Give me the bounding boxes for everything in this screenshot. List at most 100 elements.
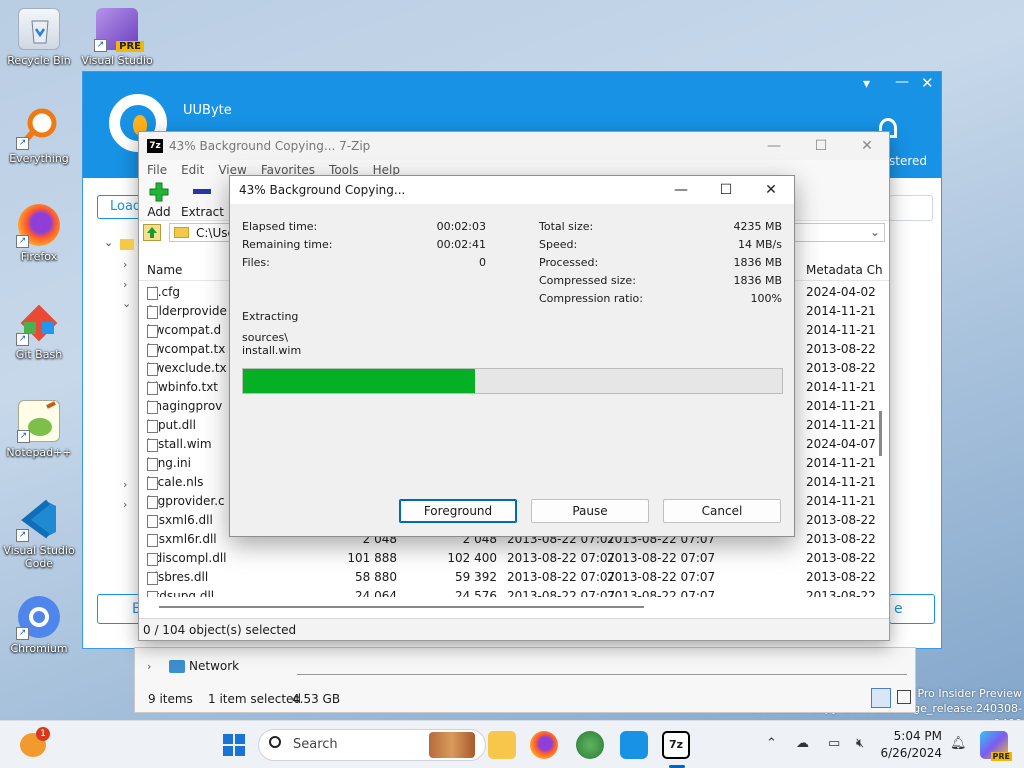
explorer-scrollbar[interactable] <box>297 674 907 680</box>
progress-bar-fill <box>243 369 475 393</box>
files-value: 0 <box>479 256 486 269</box>
clock-time[interactable]: 5:04 PM <box>884 729 942 743</box>
cancel-label: Cancel <box>701 504 743 518</box>
desktop-icon-chromium[interactable]: ↗ Chromium <box>0 596 78 655</box>
menu-file[interactable]: File <box>147 163 167 177</box>
cell-name: nlsbres.dll <box>147 570 208 585</box>
file-name: hwexclude.tx <box>147 361 227 375</box>
tree-expand-icon[interactable]: › <box>123 498 127 511</box>
cell-name: hwcompat.tx <box>147 342 225 357</box>
desktop-icon-everything[interactable]: ↗ Everything <box>0 106 78 165</box>
cell-name: hwcompat.d <box>147 323 222 338</box>
desktop-icon-recycle-bin[interactable]: Recycle Bin <box>0 8 78 67</box>
column-metadata[interactable]: Metadata Ch <box>806 263 883 277</box>
show-hidden-icons-chevron-icon[interactable]: ⌃ <box>766 736 777 751</box>
tree-expand-icon[interactable]: ⌄ <box>122 297 131 310</box>
desktop-icon-visual-studio[interactable]: PRE ↗ Visual Studio <box>78 8 156 67</box>
dialog-maximize-button[interactable]: ☐ <box>703 176 749 204</box>
speed-value: 14 MB/s <box>738 238 782 251</box>
foreground-button[interactable]: Foreground <box>399 499 517 523</box>
vertical-scrollbar[interactable] <box>878 283 888 593</box>
vscode-icon: ↗ <box>16 498 60 542</box>
notification-bell-icon[interactable]: 🔔︎ <box>950 736 967 751</box>
tiles-view-icon[interactable] <box>897 690 911 704</box>
tree-expand-icon[interactable]: › <box>123 278 127 291</box>
taskbar-search[interactable]: Search <box>258 729 486 761</box>
cell-packed: 24 576 <box>455 589 497 597</box>
search-icon <box>269 736 281 748</box>
taskbar: 1 Search 7z ⌃ ☁ ▭ 🔇︎ 5:04 PM 6/26/2024 🔔… <box>0 720 1024 768</box>
tree-expand-icon[interactable]: ⌄ <box>104 236 113 249</box>
dialog-close-button[interactable]: ✕ <box>748 176 794 204</box>
column-name[interactable]: Name <box>147 263 182 277</box>
file-explorer-taskbar-icon[interactable] <box>488 731 516 759</box>
sevenzip-taskbar-icon[interactable]: 7z <box>662 731 690 759</box>
h-scrollbar-thumb[interactable] <box>159 606 644 608</box>
nav-item-network[interactable]: Network <box>189 659 239 673</box>
menu-edit[interactable]: Edit <box>181 163 204 177</box>
table-row[interactable]: ndiscompl.dll 101 888 102 400 2013-08-22 07… <box>139 549 879 568</box>
desktop-icon-label: Chromium <box>10 642 68 655</box>
uubyte-bottom-left-button[interactable]: B <box>97 594 143 624</box>
address-dropdown-chevron-icon[interactable]: ⌄ <box>870 225 880 239</box>
maximize-button[interactable]: ☐ <box>798 132 844 160</box>
dialog-minimize-button[interactable]: — <box>658 176 704 204</box>
desktop-icon-vscode[interactable]: ↗ Visual Studio Code <box>0 498 78 570</box>
copilot-icon[interactable]: PRE <box>980 731 1012 761</box>
selection-count: 0 / 104 object(s) selected <box>143 623 297 637</box>
horizontal-scrollbar[interactable] <box>145 606 877 610</box>
tree-expand-icon[interactable]: › <box>123 478 127 491</box>
uubyte-right-field <box>889 195 933 221</box>
cancel-button[interactable]: Cancel <box>663 499 781 523</box>
speed-label: Speed: <box>539 238 578 251</box>
minimize-button[interactable]: — <box>751 132 797 160</box>
firefox-taskbar-icon[interactable] <box>530 731 558 759</box>
uubyte-minimize-button[interactable]: — <box>895 74 909 90</box>
file-name: folderprovide <box>147 304 227 318</box>
table-row[interactable]: nlsbres.dll 58 880 59 392 2013-08-22 07:07 2… <box>139 568 879 587</box>
add-label: Add <box>147 205 171 219</box>
file-name: hwcompat.d <box>147 323 222 337</box>
close-button[interactable]: ✕ <box>844 132 890 160</box>
cell-meta: 2013-08-22 0 <box>806 532 879 546</box>
start-button[interactable] <box>220 731 248 759</box>
scrollbar-thumb[interactable] <box>879 411 882 456</box>
table-row[interactable]: ntdsupg.dll 24 064 24 576 2013-08-22 07:07 2… <box>139 587 879 597</box>
weather-widget-icon[interactable]: 1 <box>20 727 50 757</box>
network-disconnected-icon[interactable]: ☁ <box>796 736 809 751</box>
firefox-icon: ↗ <box>16 204 60 248</box>
desktop-icon-notepad-plus-plus[interactable]: ↗ Notepad++ <box>0 400 78 459</box>
compression-ratio-label: Compression ratio: <box>539 292 643 305</box>
cell-packed: 102 400 <box>447 551 497 565</box>
sevenzip-title: 43% Background Copying... 7-Zip <box>169 139 371 153</box>
network-globe-taskbar-icon[interactable] <box>576 731 604 759</box>
clock-date[interactable]: 6/26/2024 <box>878 746 942 760</box>
extract-button[interactable]: Extract <box>181 182 224 219</box>
pause-button[interactable]: Pause <box>531 499 649 523</box>
desktop-icon-git-bash[interactable]: ↗ Git Bash <box>0 302 78 361</box>
cell-name: ei.cfg <box>147 285 180 300</box>
tree-expand-icon[interactable]: › <box>123 258 127 271</box>
uubyte-load-button[interactable]: Load <box>97 195 143 219</box>
parent-folder-button[interactable] <box>143 224 161 241</box>
file-icon <box>147 325 158 338</box>
search-placeholder: Search <box>293 737 338 752</box>
pause-label: Pause <box>572 504 608 518</box>
uubyte-close-button[interactable]: ✕ <box>921 74 934 92</box>
shortcut-arrow-icon: ↗ <box>16 137 29 150</box>
add-button[interactable]: Add <box>147 182 171 219</box>
desktop-icon-label: Visual Studio Code <box>3 544 75 570</box>
uubyte-bottom-right-button[interactable]: e <box>889 594 935 624</box>
up-arrow-icon <box>147 227 157 238</box>
details-view-icon[interactable] <box>871 688 891 708</box>
cell-meta: 2014-11-21 1 <box>806 304 879 318</box>
uubyte-menu-icon[interactable]: ▾ <box>863 76 870 92</box>
display-icon[interactable]: ▭ <box>828 736 840 751</box>
cell-name: imagingprov <box>147 399 222 414</box>
nav-expand-chevron-icon[interactable]: › <box>147 660 151 673</box>
uubyte-taskbar-icon[interactable] <box>620 731 648 759</box>
sevenzip-app-icon: 7z <box>147 139 163 153</box>
volume-muted-icon[interactable]: 🔇︎ <box>856 736 864 751</box>
items-count: 9 items <box>148 692 193 706</box>
desktop-icon-firefox[interactable]: ↗ Firefox <box>0 204 78 263</box>
